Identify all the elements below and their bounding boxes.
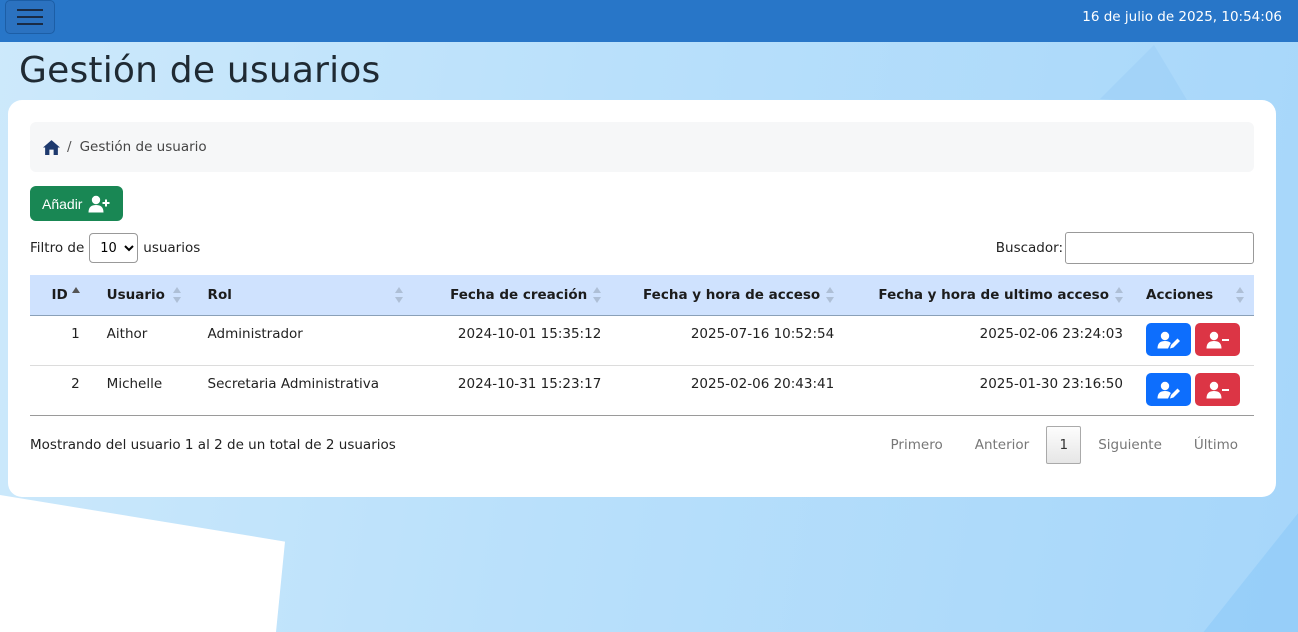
user-plus-icon: [88, 195, 110, 212]
sort-asc-icon: [71, 287, 80, 303]
cell-fecha-acceso: 2025-07-16 10:52:54: [690, 325, 835, 342]
user-edit-icon: [1157, 381, 1180, 398]
search-label: Buscador:: [995, 240, 1063, 256]
home-icon[interactable]: [43, 139, 60, 155]
pagination-last[interactable]: Último: [1178, 437, 1254, 453]
table-row: 2 Michelle Secretaria Administrativa 202…: [30, 365, 1254, 415]
cell-ultimo-acceso: 2025-02-06 23:24:03: [979, 325, 1123, 342]
cell-fecha-creacion: 2024-10-31 15:23:17: [457, 375, 602, 392]
background-shape: [0, 495, 285, 632]
add-user-label: Añadir: [42, 195, 83, 212]
cell-rol: Secretaria Administrativa: [207, 375, 380, 392]
edit-user-button[interactable]: [1146, 322, 1191, 356]
search-box: Buscador:: [996, 232, 1254, 264]
column-header-ultimo-acceso[interactable]: Fecha y hora de ultimo acceso: [844, 275, 1133, 316]
page-size-select[interactable]: 10: [89, 233, 139, 263]
cell-fecha-acceso: 2025-02-06 20:43:41: [690, 375, 835, 392]
cell-id: 2: [71, 375, 80, 392]
top-navbar: 16 de julio de 2025, 10:54:06: [0, 0, 1298, 42]
pagination-page-1[interactable]: 1: [1046, 426, 1082, 464]
sort-icon: [394, 287, 403, 303]
pagination-first[interactable]: Primero: [875, 437, 959, 453]
column-header-fecha-acceso[interactable]: Fecha y hora de acceso: [611, 275, 845, 316]
hamburger-icon: [17, 9, 43, 11]
sort-icon: [1115, 287, 1123, 303]
sort-icon: [593, 287, 602, 303]
search-input[interactable]: [1065, 232, 1254, 264]
cell-usuario: Aithor: [106, 325, 148, 342]
hamburger-menu-button[interactable]: [5, 0, 55, 34]
page-title: Gestión de usuarios: [19, 50, 381, 91]
sort-icon: [826, 287, 835, 303]
pagination: Primero Anterior 1 Siguiente Último: [875, 426, 1254, 464]
sort-icon: [172, 287, 181, 303]
column-header-rol[interactable]: Rol: [190, 275, 413, 316]
cell-ultimo-acceso: 2025-01-30 23:16:50: [979, 375, 1123, 392]
pagination-next[interactable]: Siguiente: [1082, 437, 1178, 453]
cell-actions: [1133, 315, 1254, 365]
column-header-fecha-creacion[interactable]: Fecha de creación: [412, 275, 612, 316]
user-edit-icon: [1157, 331, 1180, 348]
cell-fecha-creacion: 2024-10-01 15:35:12: [457, 325, 602, 342]
delete-user-button[interactable]: [1195, 322, 1240, 356]
column-header-usuario[interactable]: Usuario: [89, 275, 191, 316]
table-info: Mostrando del usuario 1 al 2 de un total…: [30, 437, 396, 453]
breadcrumb: / Gestión de usuario: [30, 122, 1254, 172]
main-card: / Gestión de usuario Añadir Filtro de 10…: [8, 100, 1276, 497]
user-minus-icon: [1206, 381, 1229, 398]
filter-prefix: Filtro de: [30, 240, 85, 256]
current-datetime: 16 de julio de 2025, 10:54:06: [1082, 9, 1282, 25]
cell-actions: [1133, 365, 1254, 415]
background-shape: [1203, 513, 1298, 632]
page-size-filter: Filtro de 10 usuarios: [30, 233, 200, 263]
add-user-button[interactable]: Añadir: [30, 186, 123, 221]
edit-user-button[interactable]: [1146, 372, 1191, 406]
table-row: 1 Aithor Administrador 2024-10-01 15:35:…: [30, 315, 1254, 365]
breadcrumb-current: Gestión de usuario: [79, 139, 207, 155]
cell-id: 1: [71, 325, 80, 342]
sort-icon: [1236, 287, 1244, 303]
user-minus-icon: [1206, 331, 1229, 348]
column-header-acciones[interactable]: Acciones: [1133, 275, 1254, 316]
background-shape: [1100, 45, 1190, 105]
delete-user-button[interactable]: [1195, 372, 1240, 406]
cell-rol: Administrador: [207, 325, 303, 342]
pagination-prev[interactable]: Anterior: [959, 437, 1046, 453]
filter-suffix: usuarios: [143, 240, 201, 256]
column-header-id[interactable]: ID: [30, 275, 90, 316]
table-header-row: ID Usuario Rol Fecha de creación Fecha y…: [30, 275, 1254, 316]
cell-usuario: Michelle: [106, 375, 163, 392]
breadcrumb-separator: /: [67, 139, 72, 155]
users-table: ID Usuario Rol Fecha de creación Fecha y…: [30, 275, 1254, 416]
